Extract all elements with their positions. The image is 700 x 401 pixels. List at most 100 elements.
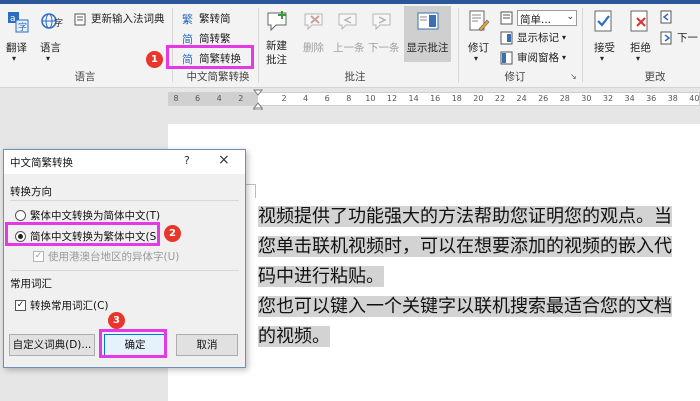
update-ime-dictionary-button[interactable]: 更新输入法词典 [74, 11, 165, 26]
svg-text:字: 字 [54, 17, 63, 29]
document-line[interactable]: 您也可以键入一个关键字以联机搜索最适合您的文档 [258, 292, 672, 321]
language-icon[interactable]: 字 [40, 10, 64, 36]
comments-group-label: 批注 [344, 71, 366, 83]
document-line-text: 码中进行粘贴。 [258, 266, 384, 287]
svg-text:字: 字 [18, 21, 27, 33]
previous-comment-icon[interactable] [336, 9, 360, 35]
ruler-tick-label: 18 [451, 94, 462, 103]
help-icon[interactable]: ? [184, 154, 190, 167]
accept-dropdown-icon[interactable]: ▾ [600, 54, 604, 63]
show-markup-icon [500, 31, 514, 45]
common-terms-section-label: 常用词汇 [10, 278, 52, 290]
section-divider [10, 270, 239, 271]
highlight-simp-to-trad-option [5, 222, 160, 246]
reject-dropdown-icon[interactable]: ▾ [636, 54, 640, 63]
simp-to-trad-icon: 简 [182, 32, 196, 46]
ruler-tick-label: 20 [473, 94, 484, 103]
document-line[interactable]: 视频提供了功能强大的方法帮助您证明您的观点。当 [258, 202, 672, 231]
radio-trad-to-simp[interactable] [15, 210, 26, 221]
simp-to-trad-button[interactable]: 简 简转繁 [182, 31, 231, 46]
trad-to-simp-icon: 繁 [182, 12, 196, 26]
track-changes-dropdown-icon[interactable]: ▾ [474, 54, 478, 63]
previous-comment-button[interactable]: 上一条 [333, 40, 365, 55]
reject-change-button[interactable]: 拒绝 [630, 40, 651, 55]
dialog-titlebar[interactable]: 中文简繁转换 ? × [4, 150, 245, 174]
translate-button[interactable]: 翻译 [6, 40, 27, 55]
language-group-label: 语言 [74, 71, 96, 83]
step-badge-3: 3 [108, 312, 125, 329]
trad-to-simp-label: 繁转简 [199, 13, 231, 25]
ruler-tick-label: 16 [430, 94, 441, 103]
convert-common-terms-label[interactable]: 转换常用词汇(C) [30, 298, 109, 313]
display-mode-value: 简单... [520, 14, 552, 26]
show-markup-dropdown-icon: ▾ [562, 33, 567, 42]
track-changes-icon[interactable] [467, 9, 491, 35]
ribbon-accent-bar [0, 0, 700, 4]
document-line[interactable]: 码中进行粘贴。 [258, 262, 384, 291]
tracking-group-label: 修订 [504, 71, 526, 83]
cancel-button[interactable]: 取消 [176, 334, 238, 356]
direction-section-label: 转换方向 [10, 186, 52, 198]
close-icon[interactable]: × [218, 152, 230, 168]
chevron-down-icon: ⌄ [566, 12, 574, 22]
ruler-tick-label: 28 [559, 94, 570, 103]
next-change-button[interactable]: 下一 [660, 30, 698, 45]
document-line-text: 您单击联机视频时，可以在想要添加的视频的嵌入代 [258, 236, 672, 257]
delete-comment-icon[interactable] [302, 9, 326, 35]
document-line-text: 您也可以键入一个关键字以联机搜索最适合您的文档 [258, 296, 672, 317]
new-comment-icon[interactable] [265, 9, 291, 35]
show-markup-button[interactable]: 显示标记 ▾ [500, 30, 566, 45]
accept-change-button[interactable]: 接受 [594, 40, 615, 55]
ruler-tick-label: 40 [689, 94, 700, 103]
display-mode-field[interactable]: 简单... ⌄ [517, 10, 577, 26]
show-comments-button[interactable]: 显示批注 [404, 6, 451, 62]
language-dropdown-icon[interactable]: ▾ [46, 54, 50, 63]
next-comment-icon[interactable] [370, 9, 394, 35]
hk-variants-label[interactable]: 使用港澳台地区的异体字(U) [48, 249, 179, 264]
next-change-label: 下一 [677, 32, 698, 44]
new-comment-label-2[interactable]: 批注 [266, 52, 287, 67]
trad-to-simp-button[interactable]: 繁 繁转简 [182, 11, 231, 26]
ruler-tick-label: 30 [581, 94, 592, 103]
show-comments-label: 显示批注 [406, 42, 449, 54]
ruler-tick-label: 36 [646, 94, 657, 103]
reviewing-pane-label: 审阅窗格 [517, 52, 559, 64]
radio-trad-to-simp-label[interactable]: 繁体中文转换为简体中文(T) [30, 208, 160, 223]
ruler-tick-label: 14 [408, 94, 419, 103]
document-line[interactable]: 您单击联机视频时，可以在想要添加的视频的嵌入代 [258, 232, 672, 261]
dialog-launcher-icon[interactable]: ↘ [570, 72, 577, 81]
simp-to-trad-label: 简转繁 [199, 33, 231, 45]
delete-comment-button[interactable]: 删除 [303, 40, 324, 55]
hk-variants-checkbox[interactable]: ✓ [33, 251, 44, 262]
translate-dropdown-icon[interactable]: ▾ [12, 54, 16, 63]
track-changes-button[interactable]: 修订 [468, 40, 489, 55]
indent-marker-icon[interactable] [252, 88, 264, 111]
reject-change-icon[interactable] [628, 9, 652, 35]
ruler-tick-label: 4 [216, 94, 222, 103]
update-ime-dictionary-label: 更新输入法词典 [91, 13, 165, 25]
language-button[interactable]: 语言 [40, 40, 61, 55]
step-badge-1: 1 [146, 51, 163, 68]
accept-change-icon[interactable] [592, 9, 616, 35]
next-comment-button[interactable]: 下一条 [368, 40, 400, 55]
next-change-icon [660, 31, 674, 45]
step-badge-2: 2 [164, 225, 181, 242]
reviewing-pane-button[interactable]: 审阅窗格 ▾ [500, 50, 566, 65]
ribbon: a 字 翻译 ▾ 字 语言 ▾ 更新输入法词典 语言 繁 繁转简 简 简转繁 简… [0, 0, 700, 88]
document-page[interactable] [168, 124, 700, 401]
reviewing-pane-dropdown-icon: ▾ [562, 53, 567, 62]
previous-change-button[interactable] [660, 10, 674, 24]
document-line-text: 的视频。 [258, 326, 330, 347]
ruler-tick-label: 2 [238, 94, 244, 103]
translate-icon[interactable]: a 字 [6, 10, 30, 36]
show-markup-label: 显示标记 [517, 32, 559, 44]
document-line[interactable]: 的视频。 [258, 322, 330, 351]
svg-text:a: a [10, 14, 16, 24]
new-comment-label-1[interactable]: 新建 [266, 38, 287, 53]
custom-dictionary-button[interactable]: 自定义词典(D)... [9, 334, 95, 356]
display-mode-select[interactable]: 简单... ⌄ [500, 10, 577, 26]
convert-common-terms-checkbox[interactable]: ✓ [15, 300, 26, 311]
document-line-text: 视频提供了功能强大的方法帮助您证明您的观点。当 [258, 206, 672, 227]
section-divider [10, 200, 239, 201]
ruler-tick-label: 10 [365, 94, 376, 103]
